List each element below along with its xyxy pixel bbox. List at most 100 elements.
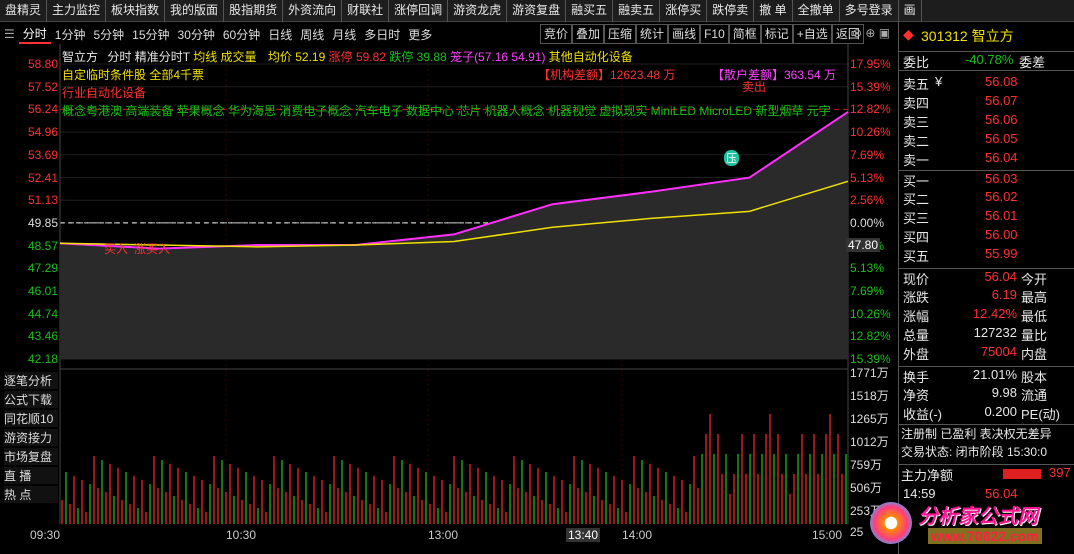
top-button-8[interactable]: 游资龙虎 [448, 0, 508, 22]
pct-tick: 17.95% [850, 57, 891, 71]
stock-name: 智立方 [62, 50, 99, 64]
top-button-12[interactable]: 涨停买 [660, 0, 708, 22]
tool-button-5[interactable]: F10 [700, 24, 729, 44]
side-button-2[interactable]: 同花顺10 [4, 410, 58, 427]
quote-panel: ◆ 301312 智立方 委比 -40.78% 委差 卖五 ¥56.08 卖四 56.0… [898, 22, 1074, 554]
panel-toggle-icon[interactable]: ☰ [0, 27, 19, 41]
side-button-3[interactable]: 游资接力 [4, 429, 58, 446]
time-tick: 14:00 [622, 528, 653, 542]
currency-label: ¥ [935, 74, 943, 89]
bid-price: 55.99 [985, 246, 1018, 261]
top-button-11[interactable]: 融卖五 [613, 0, 661, 22]
top-button-15[interactable]: 全撤单 [793, 0, 840, 22]
intraday-chart[interactable]: 智立方 分时 精准分时T 均线 成交量 均价 52.19 涨停 59.82 跌停… [0, 44, 896, 554]
side-button-6[interactable]: 热 点 [4, 486, 58, 503]
volume-tick: 759万 [850, 458, 883, 472]
price-tick: 56.24 [27, 102, 58, 117]
period-tab-8[interactable]: 月线 [328, 26, 360, 43]
period-tab-5[interactable]: 60分钟 [219, 26, 264, 43]
pct-tick: 10.26% [850, 125, 891, 140]
tool-button-6[interactable]: 简框 [728, 24, 761, 44]
top-button-1[interactable]: 主力监控 [47, 0, 107, 22]
ask-row: 卖二 56.05 [899, 131, 1074, 150]
stat-value: 127232 [973, 325, 1017, 340]
tool-button-0[interactable]: 竞价 [540, 24, 573, 44]
bid-label: 买二 [903, 192, 930, 207]
top-button-13[interactable]: 跌停卖 [707, 0, 755, 22]
stat-row: 总量 127232 量比 [899, 325, 1074, 344]
tool-button-2[interactable]: 压缩 [604, 24, 637, 44]
stat-value: 75004 [980, 344, 1017, 359]
pct-tick: 7.69% [850, 147, 885, 162]
top-button-0[interactable]: 盘精灵 [0, 0, 48, 22]
period-tab-1[interactable]: 1分钟 [51, 26, 90, 43]
sell-signal: 卖出 [742, 80, 767, 94]
top-button-14[interactable]: 撤 单 [754, 0, 793, 22]
side-button-4[interactable]: 市场复盘 [4, 448, 58, 465]
price-tick: 46.01 [27, 284, 58, 298]
buy-signal: 买入 涨买入 [104, 242, 171, 256]
time-tick: 15:00 [812, 528, 843, 542]
period-tab-0[interactable]: 分时 [18, 25, 51, 44]
period-tab-7[interactable]: 周线 [296, 26, 328, 43]
ask-label: 卖二 [903, 134, 930, 149]
period-tab-10[interactable]: 更多 [404, 26, 436, 43]
tool-button-3[interactable]: 统计 [636, 24, 669, 44]
stat-row: 净资 9.98 流通 [899, 385, 1074, 404]
concepts-label: 概念粤港澳 高端装备 苹果概念 华为海思 消费电子概念 汽车电子 数据中心 芯片… [62, 104, 831, 118]
stat-row: 涨跌 6.19 最高 [899, 287, 1074, 306]
ask-label: 卖三 [903, 115, 930, 130]
top-button-4[interactable]: 股指期货 [224, 0, 284, 22]
stat-value: 12.42% [972, 306, 1017, 321]
bid-label: 买三 [903, 211, 930, 226]
bid-label: 买四 [903, 230, 930, 245]
stat-value: 21.01% [972, 367, 1017, 382]
ask-row: 卖四 56.07 [899, 93, 1074, 112]
top-button-17[interactable]: 画 [899, 0, 922, 22]
pct-tick: 12.82% [850, 329, 891, 344]
top-button-9[interactable]: 游资复盘 [507, 0, 567, 22]
side-button-0[interactable]: 逐笔分析 [4, 372, 58, 389]
side-button-1[interactable]: 公式下载 [4, 391, 58, 408]
period-tab-2[interactable]: 5分钟 [89, 26, 128, 43]
top-button-10[interactable]: 融买五 [566, 0, 614, 22]
period-tab-9[interactable]: 多日时 [360, 26, 404, 43]
pct-tick: 7.69% [850, 284, 885, 298]
top-button-3[interactable]: 我的版面 [165, 0, 225, 22]
bid-price: 56.02 [985, 189, 1018, 204]
ask-price: 56.08 [985, 74, 1018, 89]
tool-button-7[interactable]: 标记 [760, 24, 793, 44]
top-button-6[interactable]: 财联社 [342, 0, 390, 22]
trade-status: 交易状态: 闭市阶段 15:30:0 [901, 445, 1048, 459]
close-icon[interactable]: ⊗ ⊕ ▣ [852, 26, 890, 40]
ask-row: 卖一 56.04 [899, 150, 1074, 169]
tool-button-4[interactable]: 画线 [668, 24, 701, 44]
side-button-5[interactable]: 直 播 [4, 467, 58, 484]
period-tab-4[interactable]: 30分钟 [174, 26, 219, 43]
net-flow-value: 397 [1049, 465, 1071, 480]
watermark-url: www.70822.com [928, 528, 1042, 544]
stat-label: 外盘 [903, 347, 930, 362]
period-tabs: ☰ 分时 1分钟 5分钟 15分钟 30分钟 60分钟 日线 周线 月线 多日时 更多 [0, 24, 472, 44]
weibi-label: 委比 [903, 55, 930, 70]
top-button-2[interactable]: 板块指数 [106, 0, 166, 22]
period-tab-3[interactable]: 15分钟 [128, 26, 173, 43]
stat-right-label: 最低 [1021, 309, 1048, 324]
top-button-5[interactable]: 外资流向 [283, 0, 343, 22]
ask-price: 56.06 [985, 112, 1018, 127]
stat-label: 涨跌 [903, 290, 930, 305]
price-tick: 57.52 [27, 79, 58, 94]
stat-row: 换手 21.01% 股本 [899, 366, 1074, 385]
ask-row: 卖五 ¥56.08 [899, 74, 1074, 93]
period-tab-6[interactable]: 日线 [264, 26, 296, 43]
price-tick: 54.96 [27, 125, 58, 140]
price-tick: 49.85 [27, 215, 58, 230]
top-button-16[interactable]: 多号登录 [840, 0, 899, 22]
tool-button-1[interactable]: 叠加 [572, 24, 605, 44]
tool-button-8[interactable]: +自选 [792, 24, 832, 44]
stat-label: 收益(-) [903, 407, 942, 422]
sector-label: 行业自动化设备 [62, 86, 147, 100]
top-button-7[interactable]: 涨停回调 [389, 0, 449, 22]
net-flow-label: 主力净额 [901, 468, 954, 483]
bid-label: 买一 [903, 174, 930, 189]
